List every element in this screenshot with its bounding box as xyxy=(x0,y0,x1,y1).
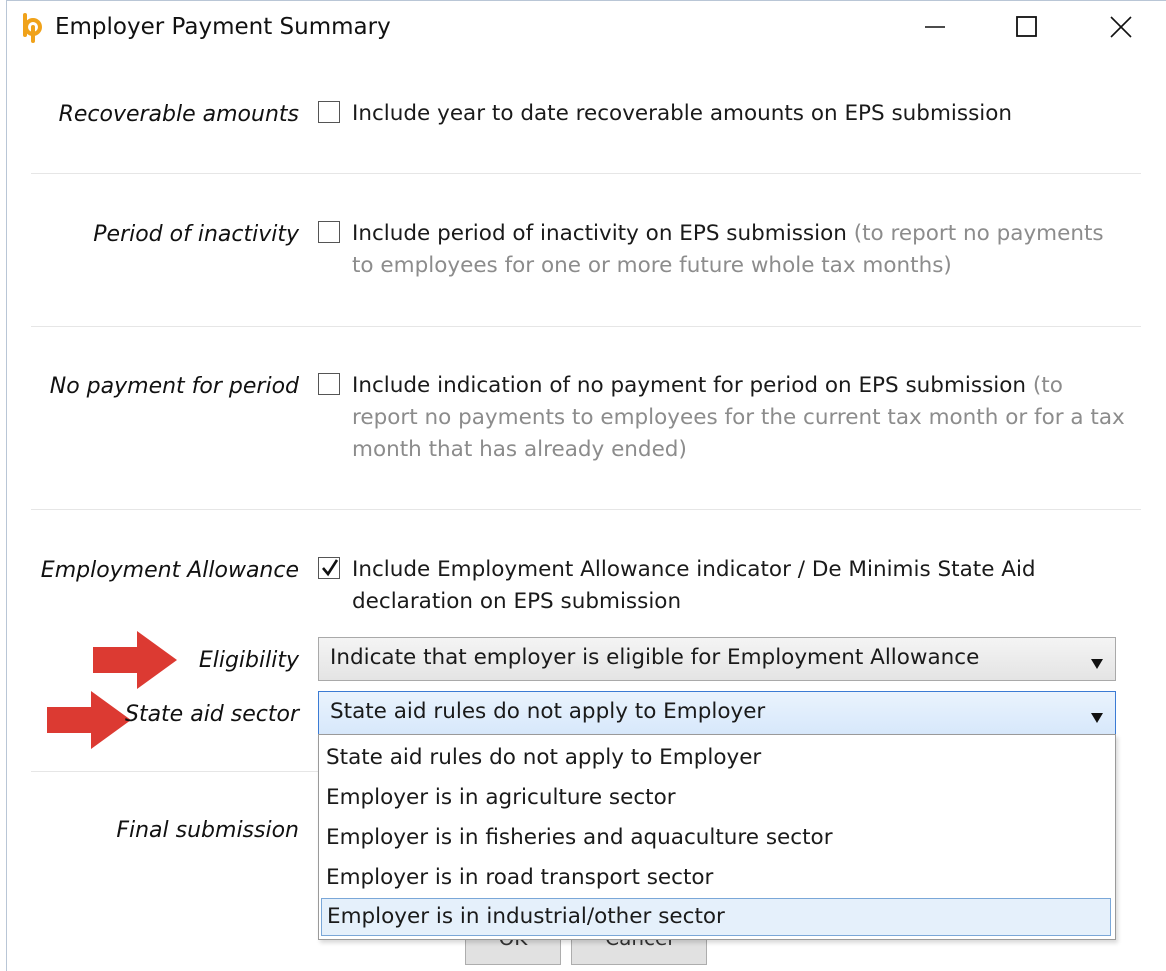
maximize-icon xyxy=(1016,16,1038,42)
divider xyxy=(31,173,1141,174)
divider xyxy=(31,771,321,772)
employment-allowance-option-label: Include Employment Allowance indicator /… xyxy=(352,557,1036,614)
no-payment-for-period-label: No payment for period xyxy=(49,374,299,399)
minimize-icon xyxy=(925,17,945,41)
cancel-button[interactable]: Cancel xyxy=(571,938,707,965)
red-arrow-annotation-icon xyxy=(93,631,177,693)
recoverable-amounts-text[interactable]: Include year to date recoverable amounts… xyxy=(352,98,1132,130)
dropdown-option[interactable]: State aid rules do not apply to Employer xyxy=(321,739,1111,777)
final-submission-label: Final submission xyxy=(116,818,299,843)
state-aid-sector-value: State aid rules do not apply to Employer xyxy=(330,699,766,724)
recoverable-amounts-option-label: Include year to date recoverable amounts… xyxy=(352,101,1013,126)
maximize-button[interactable] xyxy=(997,7,1057,51)
eligibility-label: Eligibility xyxy=(198,648,299,673)
no-payment-for-period-checkbox[interactable] xyxy=(318,373,340,395)
divider xyxy=(31,326,1141,327)
state-aid-sector-dropdown-list[interactable]: State aid rules do not apply to Employer… xyxy=(318,734,1116,940)
period-of-inactivity-label: Period of inactivity xyxy=(93,222,299,247)
recoverable-amounts-checkbox[interactable] xyxy=(318,101,340,123)
ok-button[interactable]: OK xyxy=(465,938,561,965)
eligibility-combobox[interactable]: Indicate that employer is eligible for E… xyxy=(318,637,1116,681)
dropdown-option[interactable]: Employer is in fisheries and aquaculture… xyxy=(321,819,1111,857)
checkmark-icon xyxy=(322,559,339,577)
divider xyxy=(31,509,1141,510)
recoverable-amounts-label: Recoverable amounts xyxy=(58,102,299,127)
no-payment-for-period-option-label: Include indication of no payment for per… xyxy=(352,373,1027,398)
dropdown-option[interactable]: Employer is in agriculture sector xyxy=(321,779,1111,817)
period-of-inactivity-option-label: Include period of inactivity on EPS subm… xyxy=(352,221,847,246)
state-aid-sector-combobox[interactable]: State aid rules do not apply to Employer xyxy=(318,691,1116,735)
bp-logo-icon xyxy=(21,13,47,43)
dropdown-arrow-icon xyxy=(1091,654,1103,673)
dropdown-option[interactable]: Employer is in road transport sector xyxy=(321,859,1111,897)
no-payment-for-period-text[interactable]: Include indication of no payment for per… xyxy=(352,370,1132,466)
period-of-inactivity-text[interactable]: Include period of inactivity on EPS subm… xyxy=(352,218,1132,282)
dropdown-arrow-icon xyxy=(1091,708,1103,727)
close-button[interactable] xyxy=(1091,7,1151,51)
employment-allowance-label: Employment Allowance xyxy=(40,558,299,583)
window-title: Employer Payment Summary xyxy=(55,14,391,40)
eligibility-value: Indicate that employer is eligible for E… xyxy=(330,645,980,670)
employment-allowance-checkbox[interactable] xyxy=(318,557,340,579)
period-of-inactivity-checkbox[interactable] xyxy=(318,221,340,243)
employment-allowance-text[interactable]: Include Employment Allowance indicator /… xyxy=(352,554,1132,618)
red-arrow-annotation-icon xyxy=(47,691,131,753)
minimize-button[interactable] xyxy=(905,7,965,51)
title-bar[interactable]: Employer Payment Summary xyxy=(7,1,1166,57)
state-aid-sector-label: State aid sector xyxy=(124,702,299,727)
dropdown-option-highlighted[interactable]: Employer is in industrial/other sector xyxy=(321,898,1111,936)
close-icon xyxy=(1110,16,1132,42)
dialog-window: Employer Payment Summary Recoverable amo… xyxy=(6,0,1166,971)
